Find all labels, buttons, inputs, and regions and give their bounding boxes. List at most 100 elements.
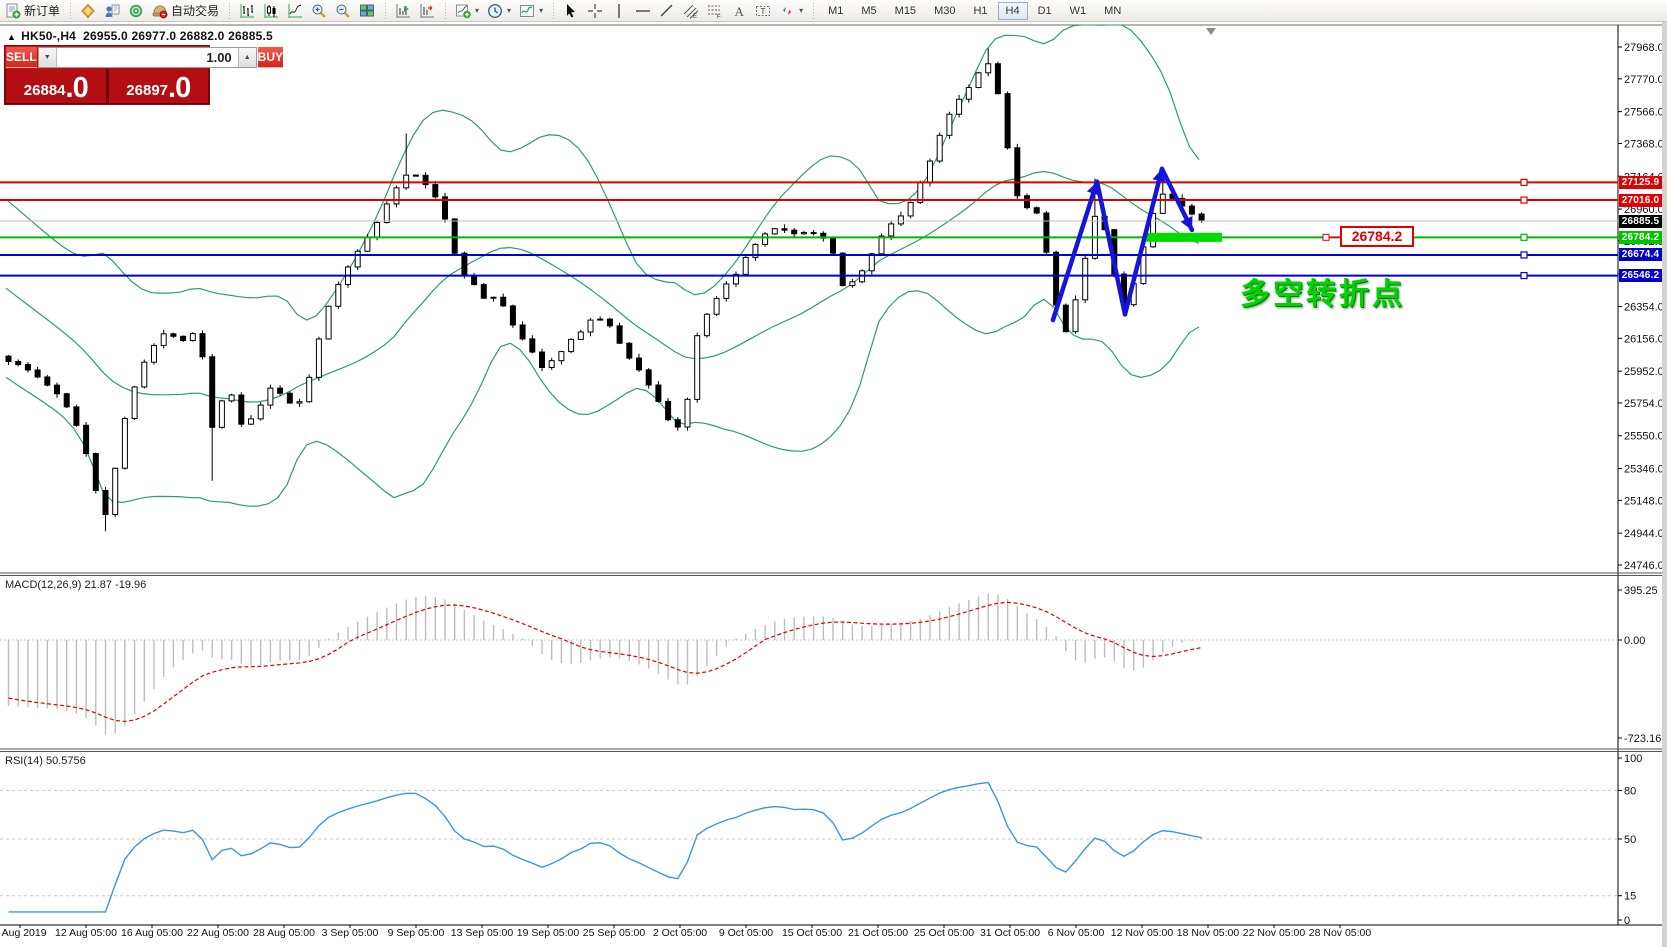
chart-bars-icon	[240, 3, 255, 18]
cursor-icon	[567, 3, 576, 17]
data-window-button[interactable]	[100, 1, 124, 21]
text-button[interactable]: A	[727, 1, 751, 21]
time-axis[interactable]: 6 Aug 2019 12 Aug 05:00 16 Aug 05:00 22 Aug…	[0, 925, 1371, 939]
zoom-in-button[interactable]	[307, 1, 331, 21]
buy-price-pips: .0	[168, 72, 191, 105]
vertical-line-button[interactable]	[607, 1, 631, 21]
arrows-icon	[783, 6, 792, 15]
svg-text:50: 50	[1624, 834, 1636, 846]
templates-button[interactable]: ▾	[515, 1, 547, 21]
channel-icon: E	[683, 4, 699, 19]
svg-text:25754.0: 25754.0	[1624, 398, 1662, 410]
collapse-quote-panel-arrow[interactable]: ▲	[7, 32, 16, 42]
volume-decrease-button[interactable]: ▼	[38, 48, 57, 67]
timeframe-mn[interactable]: MN	[1096, 2, 1129, 20]
svg-text:28 Nov 05:00: 28 Nov 05:00	[1309, 927, 1372, 939]
templates-icon	[520, 4, 535, 17]
buy-price-tile[interactable]: 26897 .0	[108, 69, 208, 105]
volume-input[interactable]	[56, 48, 238, 67]
auto-arrange-button[interactable]	[391, 1, 415, 21]
chart-bars-button[interactable]	[235, 1, 259, 21]
timeframe-d1[interactable]: D1	[1030, 2, 1060, 20]
svg-text:13 Sep 05:00: 13 Sep 05:00	[451, 927, 514, 939]
svg-text:80: 80	[1624, 785, 1636, 797]
chinese-annotation-text: 多空转折点	[1240, 278, 1405, 311]
chart-line-button[interactable]	[283, 1, 307, 21]
zoom-out-icon	[336, 4, 350, 18]
svg-text:19 Sep 05:00: 19 Sep 05:00	[517, 927, 580, 939]
axis-price-chip: 27125.9	[1619, 175, 1662, 189]
macd-histogram	[7, 594, 1203, 734]
arrows-button[interactable]: ▾	[775, 1, 807, 21]
timeframe-w1[interactable]: W1	[1062, 2, 1095, 20]
timeframe-m5[interactable]: M5	[853, 2, 884, 20]
tile-windows-button[interactable]	[355, 1, 379, 21]
zigzag-arrows[interactable]	[1050, 166, 1195, 323]
chart-canvas[interactable]: 27968.027770.027566.027368.027164.026960…	[0, 22, 1662, 947]
chart-candles-button[interactable]	[259, 1, 283, 21]
horizontal-line-button[interactable]	[631, 1, 655, 21]
new-order-icon	[6, 3, 21, 18]
svg-text:27368.0: 27368.0	[1624, 138, 1662, 150]
auto-arrange-icon	[396, 3, 411, 18]
navigator-icon	[129, 4, 143, 17]
channel-button[interactable]: E	[679, 1, 703, 21]
dropdown-caret: ▾	[539, 5, 544, 15]
svg-text:E: E	[693, 14, 697, 19]
timeframe-m1[interactable]: M1	[820, 2, 851, 20]
fibonacci-icon: F	[708, 5, 721, 19]
buy-button[interactable]: BUY	[257, 47, 284, 68]
dropdown-caret: ▾	[475, 5, 480, 15]
autotrading-icon	[152, 4, 168, 18]
toolbar-grip	[68, 2, 73, 19]
price-axis[interactable]: 27968.027770.027566.027368.027164.026960…	[1618, 42, 1662, 927]
svg-text:25550.0: 25550.0	[1624, 431, 1662, 443]
chart-shift-icon	[420, 3, 435, 18]
new-order-button[interactable]: 新订单	[1, 1, 64, 21]
sell-price-main: 26884	[23, 82, 66, 100]
zoom-out-button[interactable]	[331, 1, 355, 21]
market-watch-button[interactable]	[76, 1, 100, 21]
rsi-line	[8, 781, 1202, 913]
trendline-button[interactable]	[655, 1, 679, 21]
svg-text:15 Oct 05:00: 15 Oct 05:00	[782, 927, 842, 939]
rsi-indicator-label: RSI(14) 50.5756	[5, 755, 86, 767]
timeframe-h1[interactable]: H1	[965, 2, 995, 20]
toolbar-grip	[811, 2, 816, 19]
text-icon: A	[735, 4, 745, 19]
chart-window: 27968.027770.027566.027368.027164.026960…	[0, 22, 1662, 947]
svg-text:F: F	[717, 14, 721, 19]
highlighted-price-label[interactable]: 26784.2	[1340, 226, 1414, 248]
timeframe-h4[interactable]: H4	[997, 1, 1028, 20]
tile-windows-icon	[360, 4, 375, 16]
sell-button[interactable]: SELL	[6, 47, 37, 68]
timeframe-m15[interactable]: M15	[887, 2, 924, 20]
label-button[interactable]: T	[751, 1, 775, 21]
axis-price-chip: 26674.4	[1619, 248, 1662, 262]
sell-price-tile[interactable]: 26884 .0	[6, 69, 106, 103]
autotrading-button[interactable]: 自动交易	[148, 1, 223, 21]
svg-text:100: 100	[1624, 753, 1642, 765]
svg-text:27968.0: 27968.0	[1624, 42, 1662, 54]
svg-text:3 Sep 05:00: 3 Sep 05:00	[322, 927, 379, 939]
indicators-button[interactable]: ▾	[451, 1, 483, 21]
crosshair-icon	[588, 3, 603, 18]
svg-text:-723.16: -723.16	[1624, 733, 1661, 745]
market-watch-icon	[81, 3, 95, 18]
svg-text:9 Oct 05:00: 9 Oct 05:00	[719, 927, 773, 939]
zoom-in-icon	[312, 4, 326, 18]
cursor-button[interactable]	[559, 1, 583, 21]
crosshair-button[interactable]	[583, 1, 607, 21]
svg-text:27770.0: 27770.0	[1624, 74, 1662, 86]
volume-increase-button[interactable]: ▲	[237, 48, 256, 67]
fibonacci-button[interactable]: F	[703, 1, 727, 21]
symbol-timeframe: HK50-,H4	[21, 29, 77, 43]
navigator-button[interactable]	[124, 1, 148, 21]
periods-button[interactable]: ▾	[483, 1, 515, 21]
chart-line-icon	[288, 3, 303, 18]
axis-price-chip: 26784.2	[1619, 230, 1662, 244]
timeframe-m30[interactable]: M30	[926, 2, 963, 20]
vertical-line-icon	[618, 3, 620, 18]
svg-text:15: 15	[1624, 891, 1636, 903]
chart-shift-button[interactable]	[415, 1, 439, 21]
